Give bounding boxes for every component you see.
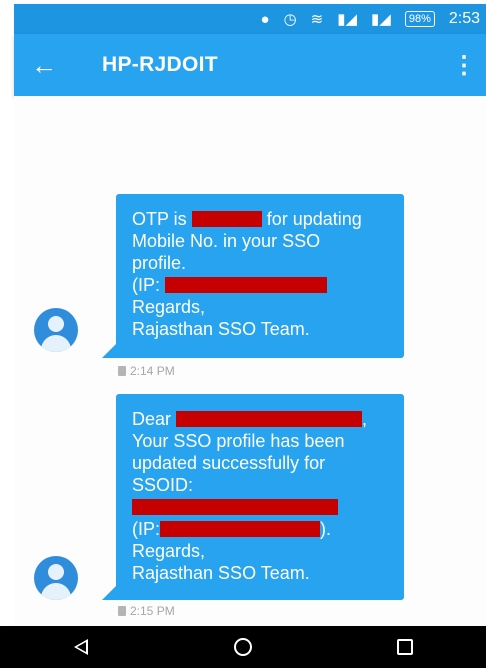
- message-text: SSOID:: [132, 475, 194, 495]
- status-bar: ● ◷ ≋ ▮◢ ▮◢ 98% 2:53: [14, 4, 486, 34]
- wifi-icon: ≋: [310, 10, 324, 28]
- triangle-back-icon: [74, 639, 88, 655]
- navigation-bar: [0, 626, 486, 668]
- alarm-icon: ◷: [283, 10, 297, 28]
- circle-home-icon: [234, 638, 252, 656]
- nav-home-button[interactable]: [213, 626, 273, 668]
- message-text: Rajasthan SSO Team.: [132, 319, 310, 339]
- sender-avatar[interactable]: [34, 308, 78, 352]
- conversation-title: HP-RJDOIT: [102, 53, 218, 76]
- battery-indicator: 98%: [404, 11, 435, 27]
- message-text: Dear: [132, 409, 172, 429]
- person-icon: [48, 316, 64, 332]
- redaction-block: [160, 521, 321, 537]
- square-recents-icon: [397, 639, 413, 655]
- nav-back-button[interactable]: [51, 626, 111, 668]
- more-vert-icon: ⋮: [452, 51, 476, 79]
- message-text: Your SSO profile has been: [132, 431, 345, 451]
- signal-icon: ▮◢: [371, 10, 391, 28]
- message-text: updated successfully for: [132, 453, 326, 473]
- sim-icon: [118, 606, 126, 616]
- message-text: (IP:: [132, 519, 161, 539]
- message-text: ).: [320, 519, 332, 539]
- sender-avatar[interactable]: [34, 556, 78, 600]
- message-text: profile.: [132, 253, 187, 273]
- message-bubble[interactable]: Dear , Your SSO profile has been updated…: [102, 394, 404, 600]
- message-text: Mobile No. in your SSO: [132, 231, 321, 251]
- message-timestamp: 2:15 PM: [118, 604, 175, 618]
- status-time: 2:53: [448, 10, 480, 27]
- message-thread[interactable]: OTP is for updating Mobile No. in your S…: [14, 96, 486, 626]
- message-text: OTP is: [132, 209, 187, 229]
- message-text: (IP:: [132, 275, 161, 295]
- message-text: Regards,: [132, 541, 206, 561]
- message-text: ,: [362, 409, 368, 429]
- redaction-block: [165, 277, 328, 293]
- person-icon: [48, 564, 64, 580]
- redaction-block: [176, 411, 363, 427]
- overflow-menu-button[interactable]: ⋮: [442, 34, 486, 96]
- signal-icon: ▮◢: [337, 10, 358, 28]
- sim-icon: [118, 366, 126, 376]
- redaction-block: [132, 499, 338, 515]
- app-toolbar: ← HP-RJDOIT ⋮: [14, 34, 486, 96]
- back-button[interactable]: ←: [14, 34, 74, 96]
- arrow-left-icon: ←: [31, 49, 57, 80]
- message-text: for updating: [266, 209, 362, 229]
- message-text: Rajasthan SSO Team.: [132, 563, 310, 583]
- redaction-block: [191, 211, 262, 227]
- message-timestamp: 2:14 PM: [118, 364, 175, 378]
- message-bubble[interactable]: OTP is for updating Mobile No. in your S…: [102, 194, 404, 358]
- location-icon: ●: [260, 10, 270, 28]
- message-text: Regards,: [132, 297, 206, 317]
- nav-recents-button[interactable]: [375, 626, 435, 668]
